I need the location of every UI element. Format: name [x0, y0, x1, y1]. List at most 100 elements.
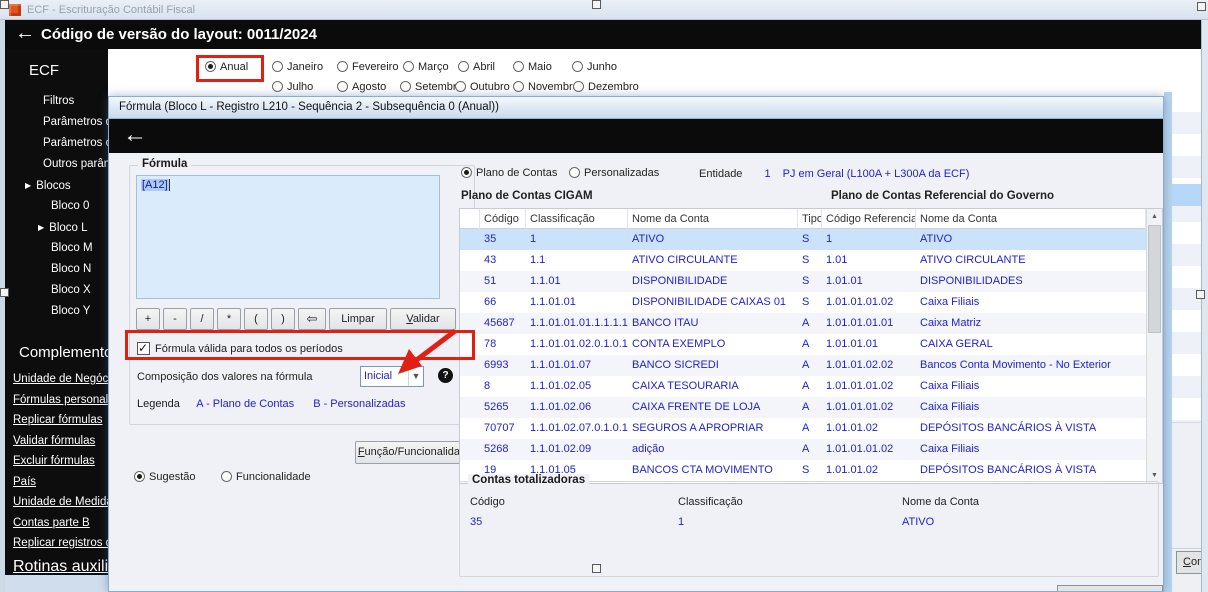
sidebar-item-parametros-de[interactable]: Parâmetros de: [5, 112, 108, 133]
cell-nome: DISPONIBILIDADE CAIXAS 01: [632, 296, 787, 308]
period-radio-novembro[interactable]: Novembro: [513, 81, 579, 93]
sidebar-item-parametros-co[interactable]: Parâmetros co: [5, 133, 108, 154]
selection-handle: [1196, 290, 1205, 299]
cell-codigo: 70707: [484, 422, 515, 434]
cell-nome: CAIXA TESOURARIA: [632, 380, 739, 392]
cell-codigo: 51: [484, 275, 497, 287]
cell-tipo: S: [802, 464, 810, 476]
dialog-back-arrow-icon[interactable]: ←: [123, 121, 147, 149]
period-radio-marco[interactable]: Março: [403, 61, 449, 73]
help-icon[interactable]: ?: [438, 368, 453, 383]
table-row[interactable]: 43 1.1 ATIVO CIRCULANTE S 1.01 ATIVO CIRCULAN…: [460, 250, 1162, 271]
table-row[interactable]: 51 1.1.01 DISPONIBILIDADE S 1.01.01 DISPONIBI…: [460, 271, 1162, 292]
close-paren-button[interactable]: ): [271, 308, 295, 330]
scrollbar-thumb[interactable]: [1148, 225, 1161, 333]
period-radio-maio[interactable]: Maio: [513, 61, 552, 73]
validar-button[interactable]: Validar: [390, 308, 456, 330]
formula-value: [A12]: [141, 179, 170, 191]
sidebar-link-contas-parte-b[interactable]: Contas parte B: [5, 513, 108, 534]
table-row[interactable]: 6993 1.1.01.01.07 BANCO SICREDI A 1.01.01.02…: [460, 355, 1162, 376]
sidebar-link-excluir-formulas[interactable]: Excluir fórmulas: [5, 451, 108, 472]
contas-totalizadoras-label: Contas totalizadoras: [468, 474, 590, 486]
multiply-button[interactable]: *: [217, 308, 241, 330]
open-paren-button[interactable]: (: [244, 308, 268, 330]
back-arrow-icon[interactable]: ←: [15, 22, 35, 45]
sidebar-link-formulas-personalizadas[interactable]: Fórmulas personal: [5, 390, 108, 411]
sugestao-radio[interactable]: Sugestão: [134, 471, 195, 483]
cell-nome-gov: DEPÓSITOS BANCÁRIOS À VISTA: [920, 422, 1097, 434]
cell-nome: ATIVO: [632, 233, 665, 245]
cell-classificacao: 1.1.01.01.01.1.1.1.1.1: [530, 317, 628, 329]
sidebar-link-replicar-formulas[interactable]: Replicar fórmulas: [5, 410, 108, 431]
funcao-funcionalidade-button[interactable]: Função/Funcionalidade: [355, 441, 475, 464]
sidebar-link-validar-formulas[interactable]: Validar fórmulas: [5, 431, 108, 452]
sidebar-link-replicar-registros[interactable]: Replicar registros d: [5, 533, 108, 554]
cell-cod-ref: 1.01.01.01: [826, 338, 878, 350]
dialog-title: Fórmula (Bloco L - Registro L210 - Sequê…: [119, 101, 499, 113]
divide-button[interactable]: /: [190, 308, 214, 330]
sidebar-link-unidade-negocio[interactable]: Unidade de Negóci: [5, 369, 108, 390]
window-bottom-border: [5, 575, 108, 592]
radio-selected-icon: [134, 471, 145, 482]
formula-valid-checkbox[interactable]: Fórmula válida para todos os períodos: [137, 341, 343, 355]
sidebar-item-bloco-y[interactable]: Bloco Y: [5, 301, 108, 322]
dialog-bottom-button-partial[interactable]: [1057, 585, 1163, 591]
sidebar-item-bloco-0[interactable]: Bloco 0: [5, 196, 108, 217]
sidebar-link-pais[interactable]: País: [5, 472, 108, 493]
header-tipo: Tipo: [798, 209, 822, 229]
entidade-row: Entidade 1 PJ em Geral (L100A + L300A da E…: [699, 168, 969, 180]
radio-selected-icon: [461, 167, 472, 178]
background-panel: [1172, 422, 1201, 548]
period-radio-abril[interactable]: Abril: [458, 61, 495, 73]
backspace-arrow-button[interactable]: ⇦: [298, 308, 326, 330]
funcionalidade-radio[interactable]: Funcionalidade: [221, 471, 311, 483]
period-radio-fevereiro[interactable]: Fevereiro: [337, 61, 398, 73]
period-radio-julho[interactable]: Julho: [272, 81, 313, 93]
table-row[interactable]: 8 1.1.01.02.05 CAIXA TESOURARIA A 1.01.01.01…: [460, 376, 1162, 397]
table-row[interactable]: 70707 1.1.01.02.07.0.1.0.1.0 SEGUROS A APR…: [460, 418, 1162, 439]
selection-handle: [1197, 2, 1206, 11]
expand-icon: ▶: [25, 181, 32, 190]
table-row[interactable]: 35 1 ATIVO S 1 ATIVO: [460, 229, 1162, 250]
table-row[interactable]: 5268 1.1.01.02.09 adição A 1.01.01.01.02 Caix…: [460, 439, 1162, 460]
sidebar-item-blocos[interactable]: ▶ Blocos: [5, 175, 108, 196]
plus-button[interactable]: +: [136, 308, 160, 330]
sidebar-item-bloco-n[interactable]: Bloco N: [5, 259, 108, 280]
sidebar-item-filtros[interactable]: Filtros: [5, 91, 108, 112]
minus-button[interactable]: -: [163, 308, 187, 330]
composicao-dropdown[interactable]: Inicial ▼: [360, 366, 424, 387]
chevron-down-icon: ▼: [408, 367, 423, 386]
scroll-up-icon[interactable]: ▲: [1147, 209, 1162, 224]
sidebar-item-outros-parametros[interactable]: Outros parâme: [5, 154, 108, 175]
sidebar-item-bloco-m[interactable]: Bloco M: [5, 238, 108, 259]
limpar-button[interactable]: Limpar: [329, 308, 387, 330]
period-radio-junho[interactable]: Junho: [572, 61, 617, 73]
composicao-label: Composição dos valores na fórmula: [137, 371, 313, 383]
period-radio-agosto[interactable]: Agosto: [337, 81, 386, 93]
dialog-titlebar: Fórmula (Bloco L - Registro L210 - Sequê…: [109, 97, 1163, 119]
table-row[interactable]: 45687 1.1.01.01.01.1.1.1.1.1 BANCO ITAU A 1.…: [460, 313, 1162, 334]
plano-de-contas-radio[interactable]: Plano de Contas: [461, 167, 557, 179]
table-row[interactable]: 66 1.1.01.01 DISPONIBILIDADE CAIXAS 01 S 1.0…: [460, 292, 1162, 313]
radio-icon: [337, 81, 348, 92]
period-radio-outubro[interactable]: Outubro: [455, 81, 510, 93]
selection-handle: [0, 288, 9, 297]
personalizadas-radio[interactable]: Personalizadas: [569, 167, 659, 179]
sidebar-item-bloco-x[interactable]: Bloco X: [5, 280, 108, 301]
table-row[interactable]: 5265 1.1.01.02.06 CAIXA FRENTE DE LOJA A 1.0…: [460, 397, 1162, 418]
period-radio-setembro[interactable]: Setembro: [400, 81, 463, 93]
cell-cod-ref: 1.01.01.01.02: [826, 296, 894, 308]
app-logo-icon: [9, 4, 21, 16]
table-scrollbar[interactable]: ▲ ▼: [1146, 209, 1162, 483]
sidebar-item-bloco-l[interactable]: ▶ Bloco L: [5, 217, 108, 238]
period-radio-anual[interactable]: Anual: [205, 61, 248, 73]
period-radio-dezembro[interactable]: Dezembro: [573, 81, 639, 93]
cell-classificacao: 1.1.01: [530, 275, 561, 287]
sidebar-link-unidade-medida[interactable]: Unidade de Medida: [5, 492, 108, 513]
background-highlighted-row: [1172, 184, 1201, 206]
table-row[interactable]: 78 1.1.01.01.02.0.1.0.1.0 CONTA EXEMPLO A 1.…: [460, 334, 1162, 355]
period-radio-janeiro[interactable]: Janeiro: [272, 61, 323, 73]
sidebar-link-rotinas-auxiliares[interactable]: Rotinas auxili: [13, 558, 108, 576]
cell-nome-gov: Bancos Conta Movimento - No Exterior: [920, 359, 1111, 371]
formula-input[interactable]: [A12]: [136, 175, 440, 299]
